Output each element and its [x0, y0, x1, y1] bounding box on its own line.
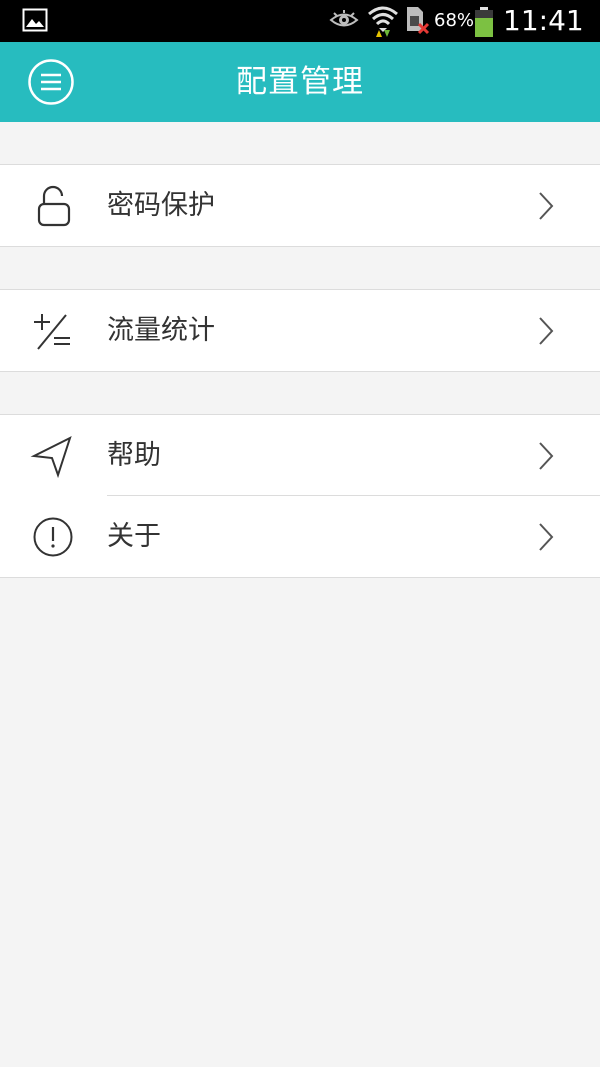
list-item-label: 帮助: [107, 440, 161, 471]
list-item-help[interactable]: 帮助: [0, 415, 600, 496]
battery-percent: 68%: [434, 10, 475, 31]
list-item-traffic-stats[interactable]: 流量统计: [0, 290, 600, 371]
battery-icon: [473, 6, 495, 38]
plus-minus-icon: [30, 309, 76, 353]
status-time: 11:41: [503, 4, 584, 37]
list-item-label: 关于: [107, 521, 161, 552]
menu-circle-icon: [27, 58, 75, 106]
sim-error-icon: [404, 5, 430, 35]
chevron-right-icon: [536, 191, 556, 221]
settings-group-info: 帮助 关于: [0, 414, 600, 578]
list-item-password-protection[interactable]: 密码保护: [0, 165, 600, 246]
menu-button[interactable]: [27, 58, 75, 106]
list-item-label: 密码保护: [107, 190, 215, 221]
eye-icon: [329, 10, 359, 30]
app-bar: 配置管理: [0, 42, 600, 122]
wifi-icon: [367, 4, 399, 38]
unlock-icon: [30, 184, 76, 228]
settings-group-traffic: 流量统计: [0, 289, 600, 372]
chevron-right-icon: [536, 522, 556, 552]
page-title: 配置管理: [236, 64, 364, 100]
chevron-right-icon: [536, 316, 556, 346]
status-bar: 68% 11:41: [0, 0, 600, 42]
gallery-icon: [22, 8, 48, 32]
list-item-about[interactable]: 关于: [0, 495, 600, 577]
exclamation-circle-icon: [30, 515, 76, 559]
chevron-right-icon: [536, 441, 556, 471]
list-item-label: 流量统计: [107, 315, 215, 346]
settings-group-security: 密码保护: [0, 164, 600, 247]
send-arrow-icon: [30, 434, 76, 478]
